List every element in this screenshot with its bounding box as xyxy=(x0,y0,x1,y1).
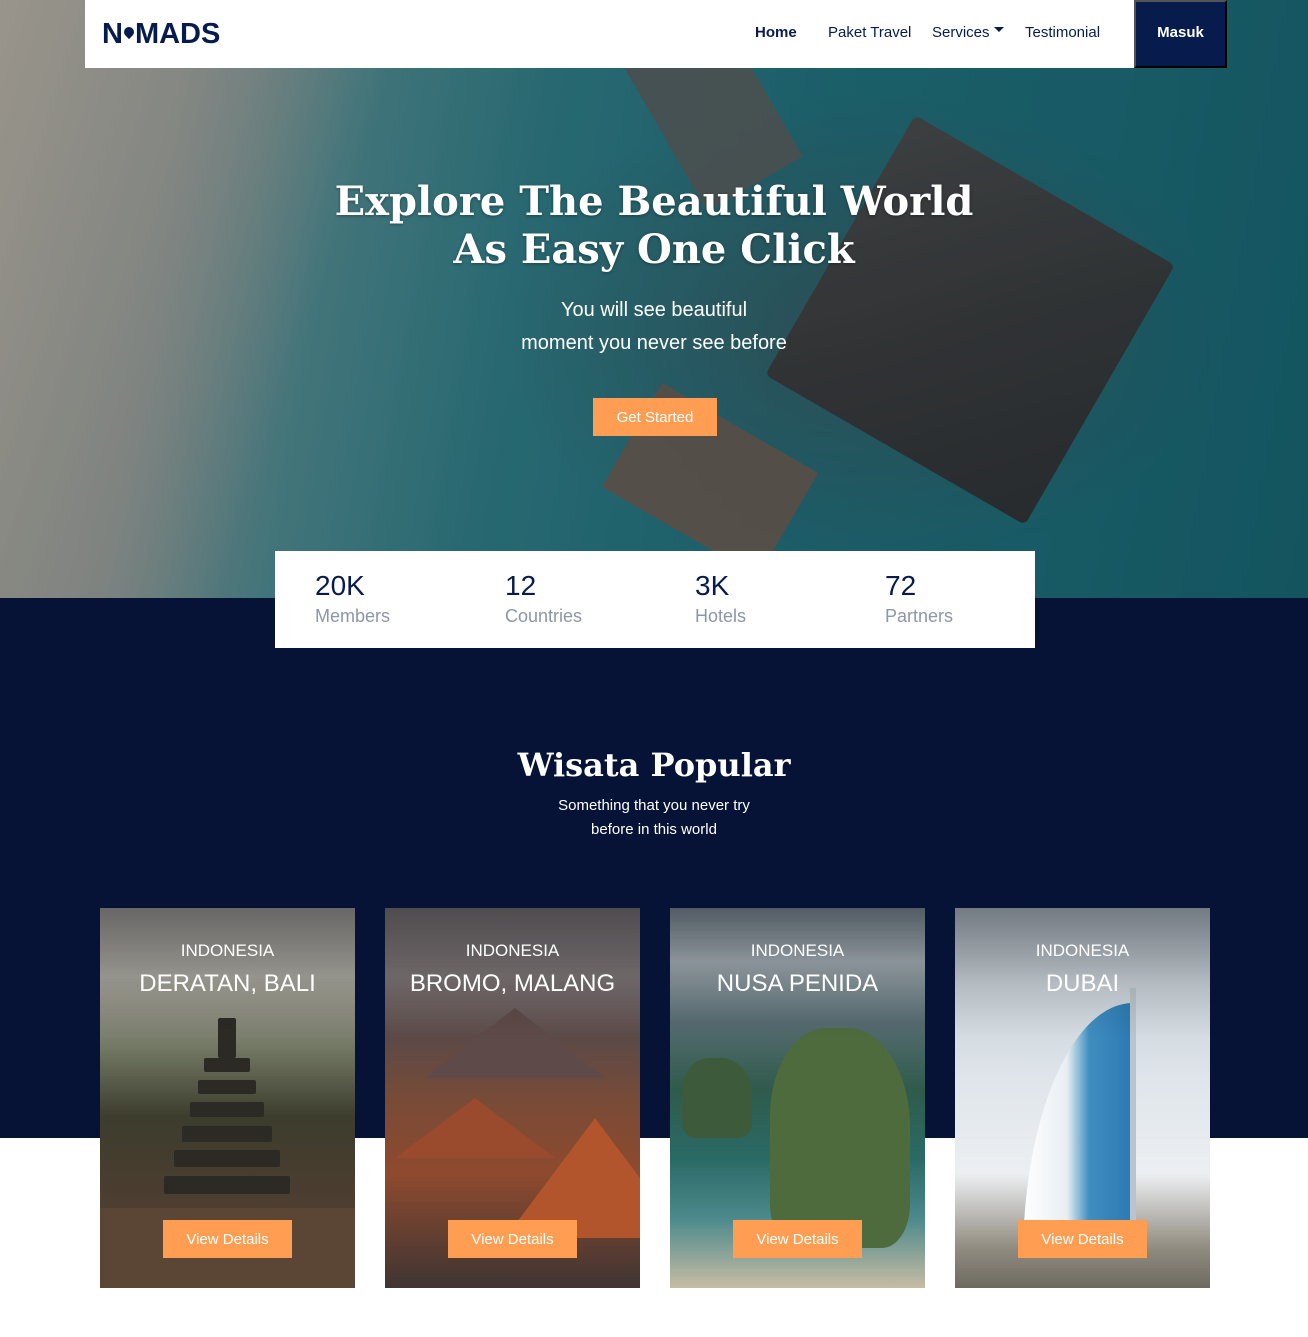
hero-subtitle: You will see beautiful moment you never … xyxy=(521,299,787,354)
pagoda-tier xyxy=(164,1176,290,1194)
nav-link-services-label: Services xyxy=(932,24,990,41)
card-country: INDONESIA xyxy=(750,941,845,960)
nav-link-paket-travel[interactable]: Paket Travel xyxy=(828,24,911,41)
destination-card-nusa-penida[interactable]: INDONESIA NUSA PENIDA View Details xyxy=(670,908,925,1288)
navbar: N MADS Home Paket Travel Services Testimo… xyxy=(85,0,1227,68)
card-country: INDONESIA xyxy=(180,941,275,960)
stat-value: 12 xyxy=(505,570,537,601)
card-title: DERATAN, BALI xyxy=(139,970,316,997)
stat-label: Members xyxy=(315,606,391,626)
cliff-shape xyxy=(770,1028,910,1248)
nav-link-testimonial[interactable]: Testimonial xyxy=(1025,24,1100,41)
popular-subtitle: Something that you never try before in t… xyxy=(558,797,750,838)
stat-countries: 12 Countries xyxy=(505,569,582,629)
get-started-button[interactable]: Get Started xyxy=(593,398,717,436)
view-details-button[interactable]: View Details xyxy=(448,1220,577,1258)
nav-links: Home Paket Travel Services Testimonial xyxy=(85,0,1227,68)
stat-hotels: 3K Hotels xyxy=(695,569,746,629)
stat-label: Hotels xyxy=(695,606,747,626)
stat-value: 20K xyxy=(315,570,365,601)
pagoda-tier xyxy=(190,1102,264,1117)
pagoda-tier xyxy=(174,1150,280,1167)
stats-panel: 20K Members 12 Countries 3K Hotels 72 Pa… xyxy=(275,551,1035,648)
rock-island xyxy=(682,1058,752,1138)
stat-value: 3K xyxy=(695,570,730,601)
nav-link-home[interactable]: Home xyxy=(755,24,797,41)
hero-title: Explore The Beautiful World As Easy One … xyxy=(334,178,974,273)
stat-label: Partners xyxy=(885,606,954,626)
card-title: NUSA PENIDA xyxy=(716,970,879,997)
view-details-button[interactable]: View Details xyxy=(163,1220,292,1258)
destination-card-bromo[interactable]: INDONESIA BROMO, MALANG View Details xyxy=(385,908,640,1288)
hero-section: Explore The Beautiful World As Easy One … xyxy=(0,0,1308,598)
stat-label: Countries xyxy=(505,606,583,626)
pagoda-tier xyxy=(204,1058,250,1072)
login-button[interactable]: Masuk xyxy=(1134,0,1227,68)
destination-card-dubai[interactable]: INDONESIA DUBAI View Details xyxy=(955,908,1210,1288)
card-title: BROMO, MALANG xyxy=(409,970,616,997)
pagoda-tier xyxy=(182,1126,272,1142)
card-title: DUBAI xyxy=(1045,970,1120,997)
stat-partners: 72 Partners xyxy=(885,569,953,629)
destination-card-bali[interactable]: INDONESIA DERATAN, BALI View Details xyxy=(100,908,355,1288)
view-details-button[interactable]: View Details xyxy=(733,1220,862,1258)
stat-members: 20K Members xyxy=(315,569,390,629)
caret-down-icon xyxy=(993,27,1004,32)
card-country: INDONESIA xyxy=(465,941,560,960)
stat-value: 72 xyxy=(885,570,917,601)
popular-title: Wisata Popular xyxy=(517,746,791,784)
card-country: INDONESIA xyxy=(1035,941,1130,960)
pagoda-tier xyxy=(198,1080,256,1094)
view-details-button[interactable]: View Details xyxy=(1018,1220,1147,1258)
nav-link-services[interactable]: Services xyxy=(932,24,1004,41)
